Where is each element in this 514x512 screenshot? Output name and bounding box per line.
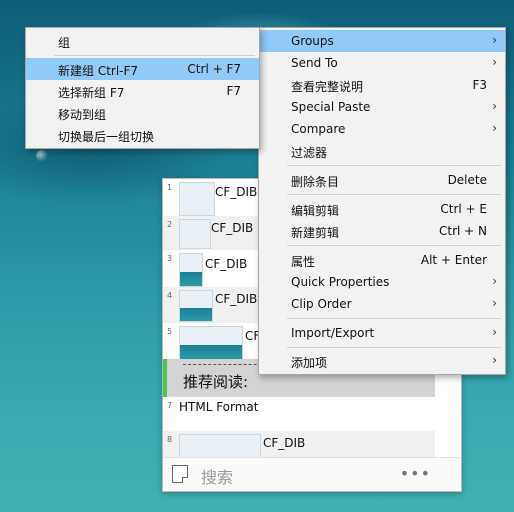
clip-format: CF_DIB	[263, 436, 306, 450]
clip-thumbnail	[179, 434, 261, 458]
clip-thumbnail	[179, 290, 213, 322]
menu-item-import-export[interactable]: Import/Export ›	[259, 322, 505, 344]
menu-item-label: Compare	[291, 122, 346, 136]
menu-item-properties[interactable]: 属性 Alt + Enter	[259, 249, 505, 271]
menu-item-label: 新建剪辑	[291, 226, 340, 240]
menu-item-shortcut: Ctrl + E	[440, 202, 487, 216]
menu-separator	[287, 165, 501, 166]
clip-index: 1	[167, 183, 173, 192]
more-icon[interactable]: •••	[400, 464, 431, 483]
menu-item-label: 切换最后一组切换	[58, 130, 155, 144]
clip-index: 7	[167, 401, 173, 410]
clip-index: 8	[167, 435, 173, 444]
menu-separator	[54, 55, 255, 56]
menu-item-label: 查看完整说明	[291, 80, 364, 94]
menu-item-label: 移动到组	[58, 108, 107, 122]
menu-item-groups[interactable]: Groups ›	[259, 30, 505, 52]
submenu-arrow-icon: ›	[492, 353, 497, 367]
clip-window-footer: 搜索 •••	[163, 457, 461, 491]
submenu-arrow-icon: ›	[492, 325, 497, 339]
menu-item-label: Quick Properties	[291, 275, 390, 289]
menu-item-shortcut: Alt + Enter	[420, 253, 487, 267]
menu-separator	[287, 194, 501, 195]
menu-item-label: 选择新组 F7	[58, 86, 125, 100]
menu-item-label: 过滤器	[291, 146, 328, 160]
context-menu: Groups › Send To › 查看完整说明 F3 Special Pas…	[258, 27, 506, 375]
menu-item-compare[interactable]: Compare ›	[259, 118, 505, 140]
clip-thumbnail	[179, 326, 243, 360]
menu-item-label: Clip Order	[291, 297, 352, 311]
menu-item-shortcut: Ctrl + F7	[187, 62, 241, 76]
separator-marker	[163, 359, 167, 397]
clip-format: CF_DIB	[211, 221, 254, 235]
menu-item-shortcut: F7	[226, 84, 241, 98]
clip-row[interactable]: 8 CF_DIB	[163, 431, 435, 458]
menu-item-shortcut: F3	[472, 78, 487, 92]
submenu-arrow-icon: ›	[492, 55, 497, 69]
water-bubble	[36, 150, 48, 162]
menu-separator	[287, 245, 501, 246]
menu-item-label: 添加项	[291, 356, 328, 370]
menu-item-shortcut: Ctrl + N	[438, 224, 487, 238]
separator-text: 推荐阅读:	[183, 373, 249, 391]
menu-item-label: Import/Export	[291, 326, 375, 340]
clip-index: 5	[167, 327, 173, 336]
menu-item-quick-properties[interactable]: Quick Properties ›	[259, 271, 505, 293]
groups-submenu: 组 新建组 Ctrl-F7 Ctrl + F7 选择新组 F7 F7 移动到组 …	[25, 27, 260, 149]
submenu-arrow-icon: ›	[492, 121, 497, 135]
clip-index: 4	[167, 291, 173, 300]
menu-item-add-item[interactable]: 添加项 ›	[259, 350, 505, 372]
menu-item-shortcut: Delete	[447, 173, 487, 187]
menu-item-label: Send To	[291, 56, 338, 70]
clip-format: CF_DIB	[215, 185, 258, 199]
note-icon[interactable]	[172, 465, 188, 483]
menu-item-label: Special Paste	[291, 100, 371, 114]
submenu-arrow-icon: ›	[492, 274, 497, 288]
menu-item-send-to[interactable]: Send To ›	[259, 52, 505, 74]
menu-item-label: 属性	[291, 255, 316, 269]
menu-item-label: 编辑剪辑	[291, 204, 340, 218]
menu-separator	[287, 347, 501, 348]
submenu-item-move-to-group[interactable]: 移动到组	[26, 102, 259, 124]
menu-separator	[287, 318, 501, 319]
submenu-item-select-new-group[interactable]: 选择新组 F7 F7	[26, 80, 259, 102]
menu-item-label: Groups	[291, 34, 334, 48]
clip-thumbnail	[179, 219, 211, 249]
clip-index: 2	[167, 220, 173, 229]
menu-item-view-full-description[interactable]: 查看完整说明 F3	[259, 74, 505, 96]
submenu-item-group[interactable]: 组	[26, 30, 259, 52]
clip-format: HTML Format	[179, 400, 259, 414]
search-label[interactable]: 搜索	[201, 464, 233, 488]
clip-format: CF_DIB	[205, 257, 248, 271]
menu-item-clip-order[interactable]: Clip Order ›	[259, 293, 505, 315]
menu-item-special-paste[interactable]: Special Paste ›	[259, 96, 505, 118]
menu-item-new-clip[interactable]: 新建剪辑 Ctrl + N	[259, 220, 505, 242]
menu-item-filter[interactable]: 过滤器	[259, 140, 505, 162]
clip-thumbnail	[179, 182, 215, 216]
clip-thumbnail	[179, 253, 203, 287]
submenu-arrow-icon: ›	[492, 296, 497, 310]
clip-index: 3	[167, 254, 173, 263]
menu-item-label: 组	[58, 36, 71, 50]
menu-item-delete-entry[interactable]: 删除条目 Delete	[259, 169, 505, 191]
submenu-item-new-group[interactable]: 新建组 Ctrl-F7 Ctrl + F7	[26, 58, 259, 80]
submenu-arrow-icon: ›	[492, 33, 497, 47]
submenu-arrow-icon: ›	[492, 99, 497, 113]
clip-row[interactable]: 7 HTML Format	[163, 397, 435, 431]
clip-format: CF_DIB	[215, 292, 258, 306]
menu-item-label: 新建组 Ctrl-F7	[58, 64, 139, 78]
submenu-item-toggle-last-group[interactable]: 切换最后一组切换	[26, 124, 259, 146]
menu-item-label: 删除条目	[291, 175, 340, 189]
menu-item-edit-clip[interactable]: 编辑剪辑 Ctrl + E	[259, 198, 505, 220]
